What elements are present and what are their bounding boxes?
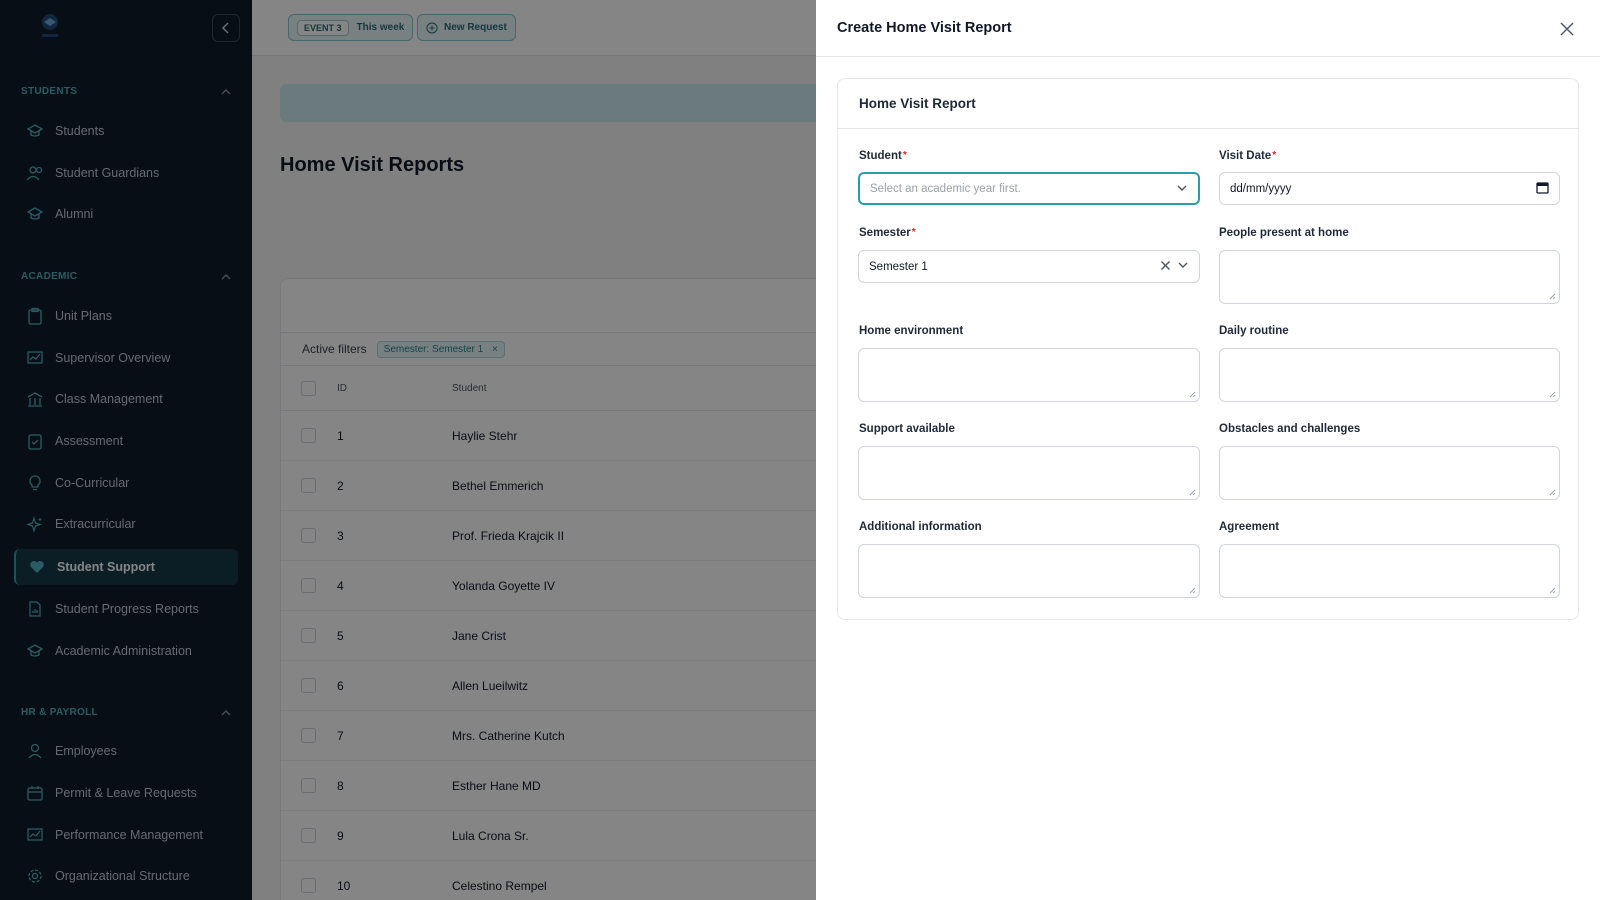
obstacles-textarea[interactable]	[1219, 446, 1560, 500]
create-report-panel: Create Home Visit Report Home Visit Repo…	[816, 0, 1600, 900]
home-environment-textarea[interactable]	[858, 348, 1200, 402]
semester-select[interactable]: Semester 1	[858, 250, 1200, 283]
additional-information-label: Additional information	[859, 521, 982, 533]
people-present-label: People present at home	[1219, 227, 1349, 239]
home-environment-label: Home environment	[859, 325, 964, 337]
close-icon	[1560, 22, 1574, 36]
visit-date-label-text: Visit Date	[1219, 150, 1272, 162]
agreement-label: Agreement	[1219, 521, 1280, 533]
daily-routine-label: Daily routine	[1219, 325, 1289, 337]
panel-header: Create Home Visit Report	[816, 0, 1600, 57]
semester-label: Semester*	[859, 227, 916, 239]
resize-handle-icon	[1549, 391, 1556, 398]
resize-handle-icon	[1189, 587, 1196, 594]
form-card-header: Home Visit Report	[838, 79, 1578, 129]
required-marker: *	[902, 150, 907, 161]
support-available-textarea[interactable]	[858, 446, 1200, 500]
required-marker: *	[911, 227, 916, 238]
visit-date-label: Visit Date*	[1219, 150, 1276, 162]
panel-title: Create Home Visit Report	[837, 20, 1012, 36]
calendar-trigger[interactable]	[1536, 181, 1549, 194]
visit-date-input[interactable]: dd/mm/yyyy	[1219, 172, 1560, 205]
additional-information-textarea[interactable]	[858, 544, 1200, 598]
modal-backdrop[interactable]	[0, 0, 816, 900]
chevron-down-icon	[1177, 185, 1187, 191]
visit-date-value: dd/mm/yyyy	[1230, 182, 1292, 195]
people-present-textarea[interactable]	[1219, 250, 1560, 304]
form-card: Home Visit Report Student* Select an aca…	[837, 78, 1579, 620]
close-panel-button[interactable]	[1556, 18, 1578, 40]
clear-icon[interactable]	[1160, 260, 1171, 271]
select-controls	[1160, 259, 1189, 271]
form-card-title: Home Visit Report	[859, 96, 976, 111]
resize-handle-icon	[1549, 489, 1556, 496]
daily-routine-textarea[interactable]	[1219, 348, 1560, 402]
student-select[interactable]: Select an academic year first.	[858, 172, 1200, 205]
required-marker: *	[1272, 150, 1277, 161]
semester-label-text: Semester	[859, 227, 911, 239]
support-available-label: Support available	[859, 423, 955, 435]
resize-handle-icon	[1189, 489, 1196, 496]
semester-value: Semester 1	[869, 260, 928, 273]
chevron-down-icon	[1178, 262, 1188, 268]
student-label: Student*	[859, 150, 907, 162]
obstacles-label: Obstacles and challenges	[1219, 423, 1361, 435]
student-select-placeholder: Select an academic year first.	[870, 182, 1021, 195]
student-label-text: Student	[859, 150, 902, 162]
resize-handle-icon	[1549, 293, 1556, 300]
resize-handle-icon	[1549, 587, 1556, 594]
resize-handle-icon	[1189, 391, 1196, 398]
select-controls	[1176, 182, 1188, 194]
agreement-textarea[interactable]	[1219, 544, 1560, 598]
calendar-icon	[1536, 182, 1549, 194]
